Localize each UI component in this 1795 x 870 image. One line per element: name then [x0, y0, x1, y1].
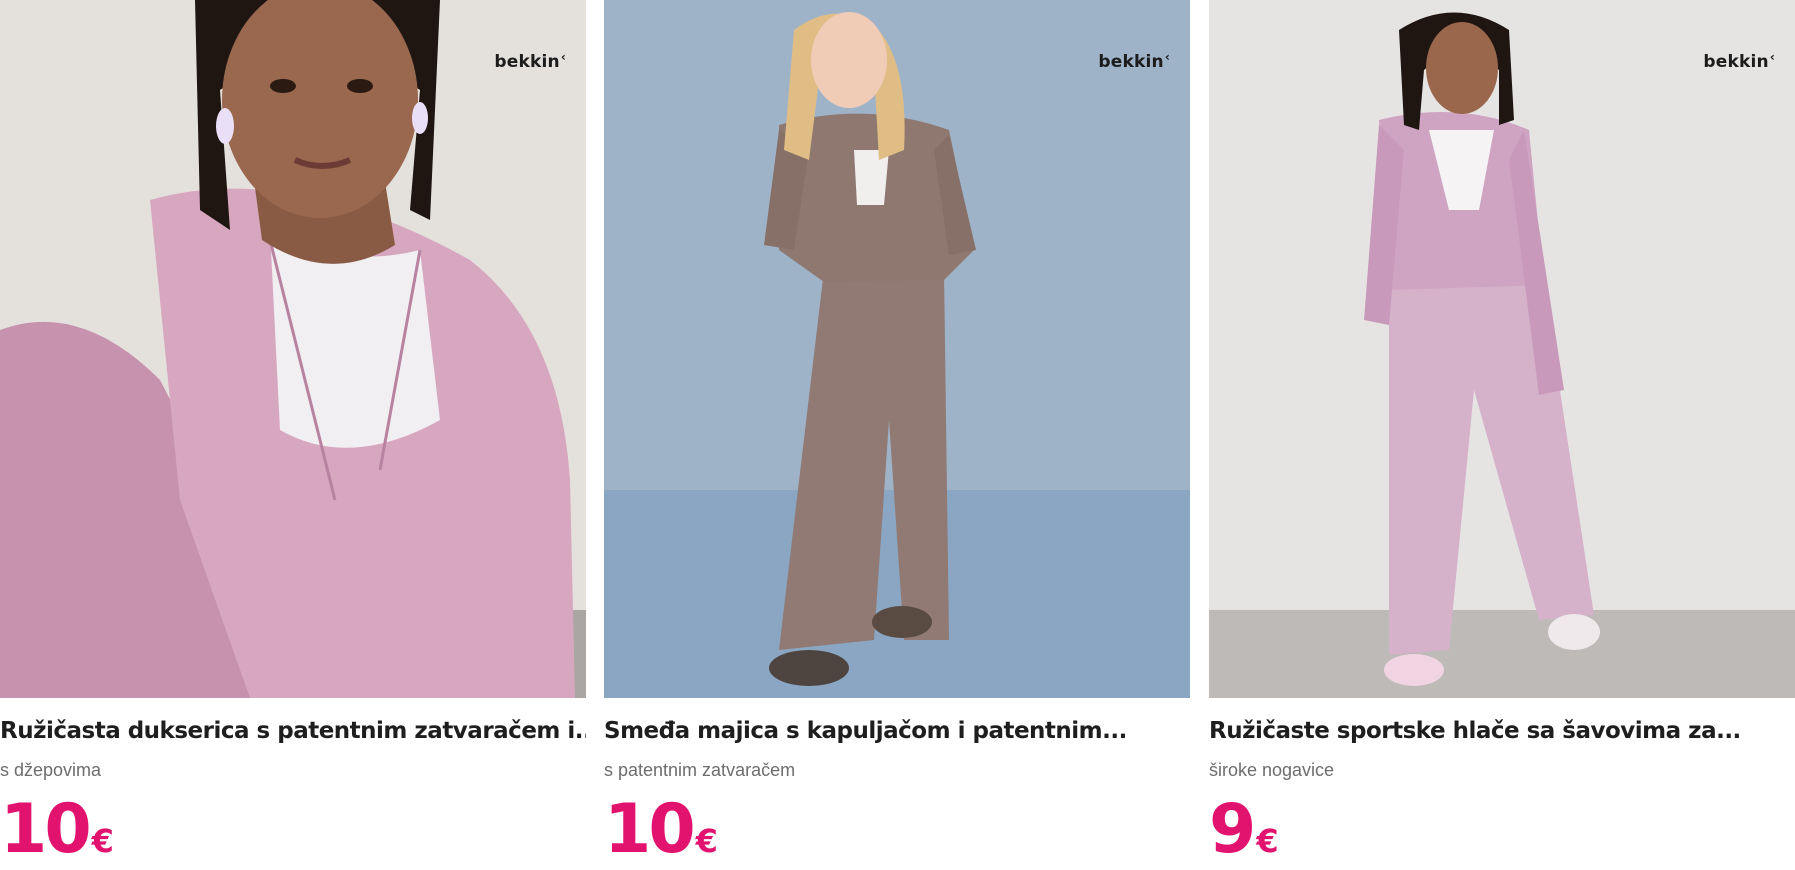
brand-logo: bekkin‹: [494, 50, 566, 72]
product-subtitle: s džepovima: [0, 760, 102, 780]
product-price: 10€: [0, 790, 114, 870]
price-amount: 9: [1209, 790, 1256, 869]
brand-logo-mark: ‹: [1164, 50, 1170, 64]
product-subtitle: široke nogavice: [1209, 760, 1335, 780]
product-photo-illustration: [604, 0, 1190, 698]
product-card[interactable]: bekkin‹ Smeđa majica s kapuljačom i pate…: [604, 0, 1190, 869]
product-image[interactable]: bekkin‹: [604, 0, 1190, 698]
price-currency: €: [695, 822, 718, 860]
product-card[interactable]: bekkin‹ Ružičasta dukserica s patentnim …: [0, 0, 586, 869]
product-price: 10€: [604, 790, 718, 870]
price-amount: 10: [0, 790, 92, 869]
product-photo-illustration: [0, 0, 586, 698]
brand-logo-text: bekkin: [1098, 52, 1164, 72]
product-photo-illustration: [1209, 0, 1795, 698]
price-currency: €: [91, 822, 114, 860]
brand-logo-mark: ‹: [560, 50, 566, 64]
product-image[interactable]: bekkin‹: [1209, 0, 1795, 698]
product-title[interactable]: Ružičasta dukserica s patentnim zatvarač…: [0, 718, 586, 744]
product-image[interactable]: bekkin‹: [0, 0, 586, 698]
brand-logo-mark: ‹: [1769, 50, 1775, 64]
product-title[interactable]: Smeđa majica s kapuljačom i patentnim...: [604, 718, 1190, 744]
brand-logo: bekkin‹: [1098, 50, 1170, 72]
product-title[interactable]: Ružičaste sportske hlače sa šavovima za.…: [1209, 718, 1795, 744]
product-grid: bekkin‹ Ružičasta dukserica s patentnim …: [0, 0, 1795, 869]
product-subtitle: s patentnim zatvaračem: [604, 760, 796, 780]
brand-logo-text: bekkin: [1703, 52, 1769, 72]
brand-logo-text: bekkin: [494, 52, 560, 72]
price-currency: €: [1256, 822, 1279, 860]
price-amount: 10: [604, 790, 696, 869]
product-card[interactable]: bekkin‹ Ružičaste sportske hlače sa šavo…: [1209, 0, 1795, 869]
product-price: 9€: [1209, 790, 1279, 870]
brand-logo: bekkin‹: [1703, 50, 1775, 72]
